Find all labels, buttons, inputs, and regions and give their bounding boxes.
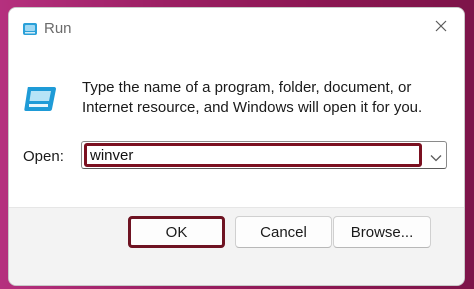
open-label: Open: (23, 148, 64, 165)
browse-button[interactable]: Browse... (333, 216, 431, 248)
open-input-value: winver (90, 147, 134, 164)
open-input[interactable] (84, 143, 422, 167)
run-icon (22, 22, 38, 41)
close-button[interactable] (418, 8, 464, 48)
close-icon (435, 19, 447, 37)
title-bar: Run (9, 8, 464, 50)
chevron-down-icon[interactable] (430, 149, 442, 167)
description-text: Type the name of a program, folder, docu… (82, 79, 423, 116)
run-app-icon (23, 84, 57, 119)
ok-button[interactable]: OK (128, 216, 225, 248)
cancel-button[interactable]: Cancel (235, 216, 332, 248)
window-title: Run (44, 20, 72, 37)
